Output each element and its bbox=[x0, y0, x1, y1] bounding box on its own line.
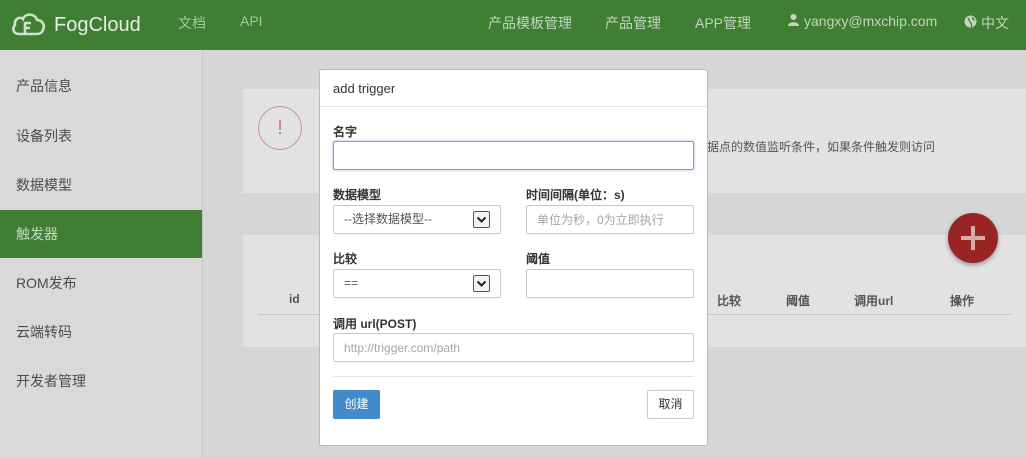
sidebar-item-developer-management[interactable]: 开发者管理 bbox=[0, 357, 202, 405]
add-icon[interactable] bbox=[948, 213, 998, 263]
cancel-button[interactable]: 取消 bbox=[647, 390, 694, 419]
name-input[interactable] bbox=[333, 141, 694, 170]
sidebar-item-data-model[interactable]: 数据模型 bbox=[0, 161, 202, 209]
user-email: yangxy@mxchip.com bbox=[804, 13, 938, 29]
url-input[interactable] bbox=[333, 333, 694, 362]
data-model-selected: --选择数据模型-- bbox=[344, 212, 432, 226]
fogcloud-logo-icon bbox=[10, 10, 46, 41]
info-description: 据点的数值监听条件，如果条件触发则访问 bbox=[707, 140, 936, 154]
nav-link-apps[interactable]: APP管理 bbox=[695, 13, 751, 33]
interval-input[interactable] bbox=[526, 205, 694, 234]
table-header-compare: 比较 bbox=[717, 294, 742, 308]
interval-label: 时间间隔(单位：s) bbox=[526, 188, 625, 202]
user-icon bbox=[787, 13, 804, 29]
sidebar-item-cloud-transcode[interactable]: 云端转码 bbox=[0, 308, 202, 356]
threshold-input[interactable] bbox=[526, 269, 694, 298]
brand-name: FogCloud bbox=[54, 13, 141, 36]
name-label: 名字 bbox=[333, 125, 358, 139]
nav-link-api[interactable]: API bbox=[240, 13, 263, 29]
compare-selected: == bbox=[344, 276, 359, 290]
top-navbar: FogCloud 文档 API 产品模板管理 产品管理 APP管理 yangxy… bbox=[0, 0, 1026, 50]
table-header-id: id bbox=[289, 292, 300, 306]
chevron-down-icon bbox=[473, 275, 490, 292]
chevron-down-icon bbox=[473, 211, 490, 228]
sidebar-item-device-list[interactable]: 设备列表 bbox=[0, 112, 202, 160]
url-label: 调用 url(POST) bbox=[333, 317, 417, 331]
sidebar-item-triggers[interactable]: 触发器 bbox=[0, 210, 202, 258]
data-model-label: 数据模型 bbox=[333, 188, 382, 202]
modal-footer-divider bbox=[333, 376, 694, 377]
sidebar-item-product-info[interactable]: 产品信息 bbox=[0, 62, 202, 110]
table-header-threshold: 阈值 bbox=[786, 294, 811, 308]
sidebar-item-rom-release[interactable]: ROM发布 bbox=[0, 259, 202, 307]
table-header-actions: 操作 bbox=[950, 294, 975, 308]
add-trigger-modal: add trigger 名字 数据模型 --选择数据模型-- 时间间隔(单位：s… bbox=[319, 69, 708, 446]
compare-label: 比较 bbox=[333, 252, 358, 266]
nav-link-docs[interactable]: 文档 bbox=[178, 13, 206, 33]
nav-link-product-templates[interactable]: 产品模板管理 bbox=[488, 13, 572, 33]
threshold-label: 阈值 bbox=[526, 252, 551, 266]
brand[interactable]: FogCloud bbox=[10, 8, 141, 42]
nav-link-products[interactable]: 产品管理 bbox=[605, 13, 661, 33]
alert-icon: ! bbox=[258, 106, 302, 150]
language-label: 中文 bbox=[981, 15, 1009, 31]
language-switch[interactable]: 中文 bbox=[964, 13, 1009, 33]
create-button[interactable]: 创建 bbox=[333, 390, 380, 419]
modal-title: add trigger bbox=[320, 70, 707, 107]
compare-select[interactable]: == bbox=[333, 269, 501, 298]
globe-icon bbox=[964, 15, 981, 31]
data-model-select[interactable]: --选择数据模型-- bbox=[333, 205, 501, 234]
table-header-url: 调用url bbox=[854, 294, 894, 308]
sidebar: 产品信息 设备列表 数据模型 触发器 ROM发布 云端转码 开发者管理 bbox=[0, 50, 203, 458]
user-menu[interactable]: yangxy@mxchip.com bbox=[787, 13, 937, 29]
